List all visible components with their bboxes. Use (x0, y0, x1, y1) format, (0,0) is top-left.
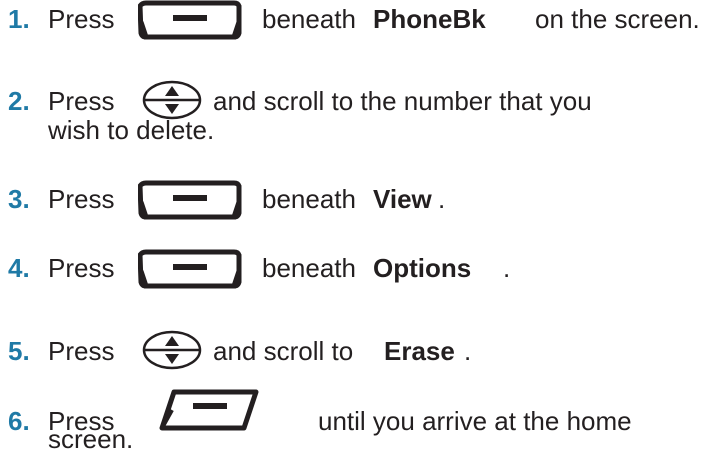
instruction-tail: . (503, 253, 511, 283)
step-number: 6. (8, 406, 30, 436)
step-number: 5. (8, 336, 30, 366)
instruction-page: 1. Press beneath PhoneBk on the screen. … (0, 0, 728, 455)
instruction-tail: . (464, 336, 472, 366)
press-label: Press (48, 86, 115, 116)
press-label: Press (48, 253, 115, 283)
instruction-text: and scroll to (213, 336, 354, 366)
instruction-text: beneath (262, 4, 356, 34)
key-name-options: Options (373, 253, 472, 283)
soft-key-button-icon (138, 249, 242, 289)
step-number: 4. (8, 253, 30, 283)
key-name-view: View (373, 184, 432, 214)
instruction-text: and scroll to the number that you (213, 86, 592, 116)
step-2-continuation: wish to delete. (48, 115, 215, 145)
press-label: Press (48, 184, 115, 214)
step-number: 3. (8, 184, 30, 214)
press-label: Press (48, 336, 115, 366)
key-name-erase: Erase (384, 336, 455, 366)
press-label: Press (48, 4, 115, 34)
instruction-text: beneath (262, 253, 356, 283)
instruction-tail: . (438, 184, 446, 214)
instruction-text: beneath (262, 184, 356, 214)
scroll-navigation-key-icon (142, 330, 202, 370)
step-number: 1. (8, 4, 30, 34)
step-number: 2. (8, 86, 30, 116)
end-key-button-icon (159, 389, 259, 431)
instruction-tail: on the screen. (535, 4, 700, 34)
step-6-continuation: screen. (48, 424, 134, 454)
soft-key-button-icon (138, 180, 242, 220)
key-name-phonebk: PhoneBk (373, 4, 486, 34)
instruction-text: until you arrive at the home (318, 406, 632, 436)
soft-key-button-icon (138, 0, 242, 40)
